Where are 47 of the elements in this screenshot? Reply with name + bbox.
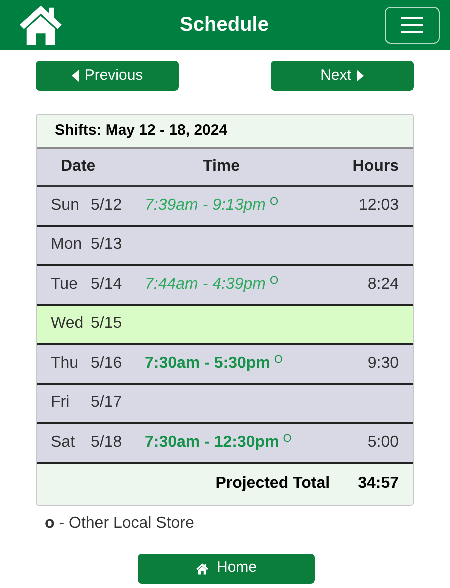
legend-text: o - Other Local Store (45, 514, 196, 534)
column-header: Time (203, 157, 240, 177)
shift-time: 7:39am - 9:13pm (145, 196, 266, 216)
shift-time: 7:44am - 4:39pm (145, 274, 266, 295)
shift-hours: 8:24 (368, 274, 399, 295)
day-row[interactable]: Fri 5/17 (37, 384, 413, 424)
total-hours: 34:57 (358, 474, 399, 494)
shift-hours: 5:00 (368, 432, 399, 453)
shift-time: 7:30am - 12:30pm (145, 432, 280, 453)
day-date: 5/14 (91, 274, 124, 295)
day-date: 5/12 (91, 196, 124, 216)
day-date: 5/16 (91, 354, 124, 374)
store-mark: O (270, 274, 279, 289)
day-row[interactable]: Mon 5/13 (37, 226, 413, 266)
column-header: Hours (352, 157, 399, 177)
home-icon (18, 4, 64, 46)
day-date: 5/17 (91, 393, 124, 414)
total-label: Projected Total (216, 474, 330, 494)
previous-button[interactable]: Previous (36, 61, 179, 91)
home-icon (196, 562, 209, 574)
home-icon-button[interactable] (18, 4, 64, 46)
store-mark: O (274, 353, 283, 368)
day-date: 5/13 (91, 235, 124, 256)
next-button[interactable]: Next (271, 61, 414, 91)
day-name: Mon (51, 235, 84, 256)
week-title: Shifts: May 12 - 18, 2024 (55, 120, 228, 141)
day-row[interactable]: Wed 5/15 (37, 306, 413, 345)
day-date: 5/18 (91, 432, 124, 453)
day-name: Thu (51, 354, 80, 374)
menu-icon (401, 16, 424, 34)
store-mark: O (270, 195, 279, 210)
day-name: Wed (51, 314, 85, 334)
day-date: 5/15 (91, 314, 124, 334)
home-button[interactable]: Home (138, 554, 315, 584)
store-mark: O (283, 432, 292, 447)
menu-button[interactable] (384, 6, 440, 44)
shift-time: 7:30am - 5:30pm (145, 354, 270, 374)
left-triangle-icon (72, 70, 79, 82)
page-title: Schedule (180, 13, 269, 38)
shift-hours: 9:30 (368, 354, 399, 374)
day-name: Sat (51, 432, 76, 453)
right-triangle-icon (357, 70, 364, 82)
day-name: Tue (51, 274, 79, 295)
column-header: Date (60, 157, 97, 177)
day-name: Fri (51, 393, 71, 414)
shift-hours: 12:03 (358, 196, 399, 216)
day-name: Sun (51, 196, 80, 216)
